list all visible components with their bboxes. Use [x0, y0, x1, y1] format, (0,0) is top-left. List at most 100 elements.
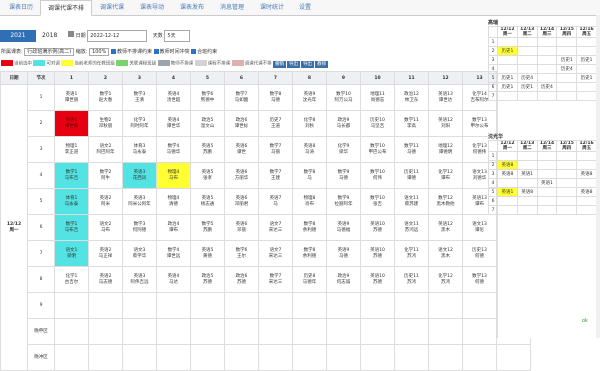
mini-cell[interactable] [576, 46, 597, 56]
lesson-cell[interactable] [394, 318, 429, 345]
lesson-cell[interactable]: 数学8 余利德 [292, 240, 327, 267]
lesson-cell[interactable]: 英语9 沈光年 [292, 84, 327, 111]
mini-cell[interactable] [536, 64, 558, 74]
lesson-cell[interactable]: 数学8 马德 [258, 84, 293, 111]
mini-cell[interactable] [556, 187, 578, 197]
lesson-cell[interactable]: 政治5 苏德 [190, 266, 225, 293]
lesson-cell[interactable] [224, 292, 259, 319]
lesson-cell[interactable] [54, 344, 89, 371]
mini-cell[interactable] [497, 151, 518, 161]
lesson-cell[interactable] [496, 344, 531, 371]
lesson-cell[interactable] [428, 292, 463, 319]
mini-cell[interactable]: 历史1 [497, 82, 518, 92]
lesson-cell[interactable] [224, 318, 259, 345]
lesson-cell[interactable] [428, 344, 463, 371]
nav-tab-4[interactable]: 课表发布 [172, 0, 212, 15]
lesson-cell[interactable]: 历史13 何德 [462, 240, 497, 267]
lesson-cell[interactable] [360, 344, 395, 371]
mini-cell[interactable] [576, 178, 597, 188]
days-select[interactable]: 5天 [164, 30, 191, 42]
lesson-cell[interactable]: 英语12 黑木 [428, 214, 463, 241]
lesson-cell[interactable]: 英语9 马德福 [326, 214, 361, 241]
lesson-cell[interactable]: 地理12 谭德明 [428, 136, 463, 163]
mini-cell[interactable] [516, 196, 538, 206]
lesson-cell[interactable]: 物理4 马布 [156, 162, 191, 189]
lesson-cell[interactable]: 英语5 苏鹏 [190, 136, 225, 163]
lesson-cell[interactable]: 数学1 赵大春 [88, 84, 123, 111]
lesson-cell[interactable]: 英语3 阿米公阿年 [122, 188, 157, 215]
mini-cell[interactable]: 英语8 [497, 169, 518, 179]
opt2-checkbox[interactable] [153, 49, 159, 54]
mini-cell[interactable] [497, 55, 518, 65]
lesson-cell[interactable] [88, 318, 123, 345]
lesson-cell[interactable]: 数学11 马德 [394, 136, 429, 163]
lesson-cell[interactable] [156, 344, 191, 371]
lesson-cell[interactable]: 数学9 拉丽阿年 [326, 188, 361, 215]
mini-cell[interactable]: 历史1 [516, 82, 538, 92]
lesson-cell[interactable]: 英语8 马涛 [292, 136, 327, 163]
lesson-cell[interactable] [292, 344, 327, 371]
lesson-cell[interactable]: 英语5 张孝 [190, 162, 225, 189]
mini-cell[interactable]: 历史1 [556, 55, 578, 65]
lesson-cell[interactable]: 数学6 王尔 [224, 240, 259, 267]
mini-cell[interactable] [497, 64, 518, 74]
lesson-cell[interactable]: 数学6 熊德中 [190, 84, 225, 111]
mini-cell[interactable] [536, 187, 558, 197]
lesson-cell[interactable]: 英语2 阿米 [88, 188, 123, 215]
mini-cell[interactable]: 英语1 [516, 169, 538, 179]
mini-cell[interactable] [536, 91, 558, 101]
lesson-cell[interactable]: 数学13 何德 [462, 266, 497, 293]
mini-cell[interactable] [536, 169, 558, 179]
lesson-cell[interactable]: 化学3 阿时阿年 [122, 110, 157, 137]
mini-cell[interactable]: 英语8 [516, 187, 538, 197]
lesson-cell[interactable]: 生物2 邓秋丽 [88, 110, 123, 137]
lesson-cell[interactable]: 英语10 苏德 [360, 214, 395, 241]
mini-cell[interactable] [497, 196, 518, 206]
lesson-cell[interactable]: 英语5 黄德 [190, 240, 225, 267]
lesson-cell[interactable] [156, 292, 191, 319]
mini-cell[interactable] [536, 151, 558, 161]
lesson-cell[interactable] [190, 318, 225, 345]
mini-cell[interactable]: 英语8 [497, 160, 518, 170]
lesson-cell[interactable]: 数学1 马布吉 [54, 162, 89, 189]
mini-cell[interactable] [556, 82, 578, 92]
lesson-cell[interactable]: 体育3 马永泰 [122, 136, 157, 163]
lesson-cell[interactable]: 数学7 宋达三 [258, 266, 293, 293]
lesson-cell[interactable]: 政治12 林卫东 [394, 84, 429, 111]
mini-cell[interactable] [556, 196, 578, 206]
lesson-cell[interactable]: 数学7 王建 [258, 162, 293, 189]
mini-cell[interactable] [497, 91, 518, 101]
nav-tab-0[interactable]: 课表日历 [2, 0, 40, 15]
lesson-cell[interactable]: 数学3 王清 [122, 84, 157, 111]
lesson-cell[interactable]: 数学1 马布吉 [54, 214, 89, 241]
mini-cell[interactable] [516, 55, 538, 65]
lesson-cell[interactable]: 物理8 肖布 [292, 188, 327, 215]
lesson-cell[interactable]: 数学10 何伟 [360, 162, 395, 189]
mini-cell[interactable]: 历史1 [576, 55, 597, 65]
lesson-cell[interactable]: 物理1 李正道 [54, 136, 89, 163]
mini-cell[interactable] [556, 205, 578, 215]
lesson-cell[interactable]: 语文1 梁明 [54, 240, 89, 267]
lesson-cell[interactable] [326, 318, 361, 345]
lesson-cell[interactable]: 英语2 马志德 [88, 266, 123, 293]
lesson-cell[interactable]: 英语6 邓丽 [224, 214, 259, 241]
lesson-cell[interactable]: 英语13 谭世达 [428, 84, 463, 111]
lesson-cell[interactable]: 化学9 梁华 [326, 136, 361, 163]
lesson-cell[interactable]: 英语9 马德 [326, 240, 361, 267]
lesson-cell[interactable]: 英语2 马正祥 [88, 240, 123, 267]
mini-cell[interactable] [576, 82, 597, 92]
lesson-cell[interactable] [292, 318, 327, 345]
lesson-cell[interactable] [88, 344, 123, 371]
lesson-cell[interactable]: 政治5 温文山 [190, 110, 225, 137]
mini-cell[interactable] [576, 196, 597, 206]
lesson-cell[interactable]: 历史11 谭德 [394, 162, 429, 189]
mini-cell[interactable] [576, 91, 597, 101]
lesson-cell[interactable]: 数学5 苏鹏 [190, 214, 225, 241]
lesson-cell[interactable]: 数学11 李高 [394, 110, 429, 137]
lesson-cell[interactable]: 英语3 阿伟吉远 [122, 266, 157, 293]
lesson-cell[interactable] [326, 344, 361, 371]
lesson-cell[interactable] [88, 292, 123, 319]
lesson-cell[interactable]: 化学12 谭布 [428, 162, 463, 189]
lesson-cell[interactable]: 数学7 马丽 [258, 136, 293, 163]
class-select[interactable]: 行政班满示例(高二) [24, 48, 75, 56]
